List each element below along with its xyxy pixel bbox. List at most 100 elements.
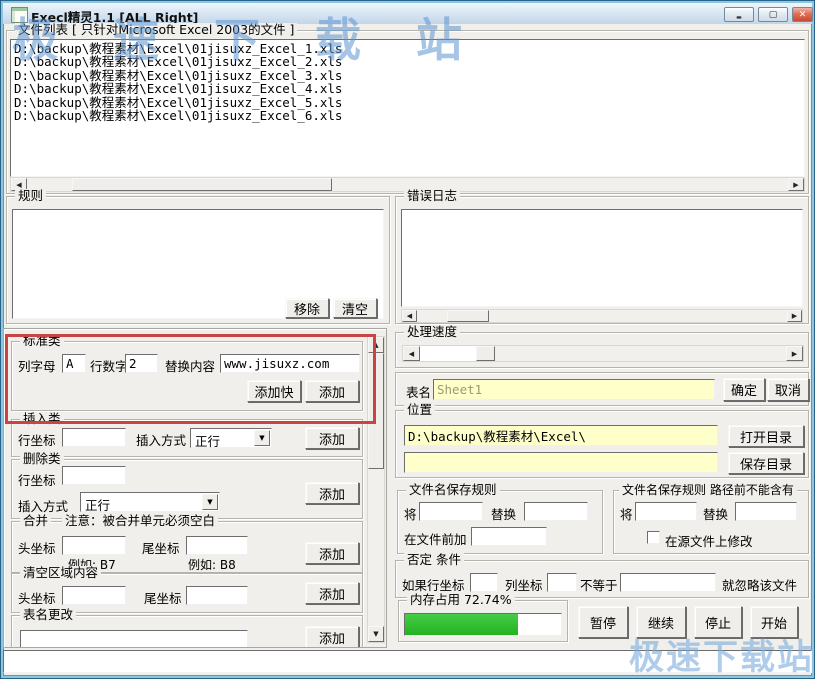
error-log-list[interactable] xyxy=(401,209,803,307)
resume-button[interactable]: 继续 xyxy=(636,606,686,638)
hscroll-thumb[interactable] xyxy=(447,310,489,322)
delete-group-label: 删除类 xyxy=(20,452,64,466)
insert-row-input[interactable] xyxy=(62,428,126,447)
merge-tail-input[interactable] xyxy=(186,536,248,555)
error-log-hscrollbar[interactable]: ◀ ▶ xyxy=(401,309,803,323)
dropdown-arrow-icon[interactable]: ▼ xyxy=(254,430,270,446)
file-list-item[interactable]: D:\backup\教程素材\Excel\01jisuxz_Excel_2.xl… xyxy=(11,55,804,68)
delete-group: 删除类 行坐标 插入方式 正行 ▼ 添加 xyxy=(11,459,363,519)
file-list-item[interactable]: D:\backup\教程素材\Excel\01jisuxz_Excel_4.xl… xyxy=(11,82,804,95)
scroll-left-button[interactable]: ◀ xyxy=(403,346,420,361)
rename-input[interactable] xyxy=(20,630,248,648)
memory-label: 内存占用 72.74% xyxy=(407,593,515,607)
modify-source-checkbox[interactable] xyxy=(647,531,660,544)
file-list-group-label: 文件列表 [ 只针对Microsoft Excel 2003的文件 ] xyxy=(15,23,297,37)
merge-note: 注意：被合并单元必须空白 xyxy=(62,514,218,528)
dropdown-arrow-icon[interactable]: ▼ xyxy=(202,494,218,510)
clear-head-input[interactable] xyxy=(62,586,126,605)
clear-tail-input[interactable] xyxy=(186,586,248,605)
row-number-input[interactable] xyxy=(125,354,158,373)
delete-row-input[interactable] xyxy=(62,466,126,485)
replace-label: 替换 xyxy=(703,504,728,523)
status-bar xyxy=(3,650,812,673)
ok-button[interactable]: 确定 xyxy=(723,378,765,401)
scroll-up-button[interactable]: ▲ xyxy=(368,337,384,353)
speed-group: 处理速度 ◀ ▶ xyxy=(395,332,809,368)
insert-add-button[interactable]: 添加 xyxy=(305,427,359,449)
file-list: D:\backup\教程素材\Excel\01jisuxz_Excel_1.xl… xyxy=(10,39,805,177)
rename-add-button[interactable]: 添加 xyxy=(305,626,359,648)
merge-add-button[interactable]: 添加 xyxy=(305,542,359,564)
row-number-label: 行数字 xyxy=(90,356,128,375)
cancel-button[interactable]: 取消 xyxy=(767,378,809,401)
merge-head-input[interactable] xyxy=(62,536,126,555)
file-list-item[interactable]: D:\backup\教程素材\Excel\01jisuxz_Excel_1.xl… xyxy=(11,42,804,55)
start-button[interactable]: 开始 xyxy=(750,606,798,638)
add-fast-button[interactable]: 添加快 xyxy=(247,380,301,402)
will-input[interactable] xyxy=(635,502,697,521)
delete-mode-value: 正行 xyxy=(85,495,110,514)
replace-input[interactable] xyxy=(735,502,797,521)
condition-value-input[interactable] xyxy=(620,573,716,592)
delete-mode-select[interactable]: 正行 ▼ xyxy=(80,492,220,512)
pause-button[interactable]: 暂停 xyxy=(578,606,628,638)
will-label: 将 xyxy=(620,504,633,523)
close-button[interactable]: ✕ xyxy=(792,7,813,22)
delete-row-label: 行坐标 xyxy=(18,470,56,489)
scroll-right-button[interactable]: ▶ xyxy=(787,310,802,322)
speed-slider[interactable]: ◀ ▶ xyxy=(402,345,804,362)
maximize-button[interactable]: ▢ xyxy=(758,7,788,22)
file-list-item[interactable]: D:\backup\教程素材\Excel\01jisuxz_Excel_3.xl… xyxy=(11,69,804,82)
clear-head-label: 头坐标 xyxy=(18,588,56,607)
open-dir-button[interactable]: 打开目录 xyxy=(728,425,804,447)
condition-row-input[interactable] xyxy=(470,573,498,592)
standard-add-button[interactable]: 添加 xyxy=(305,380,359,402)
hscroll-thumb[interactable] xyxy=(72,178,332,191)
rules-remove-button[interactable]: 移除 xyxy=(285,298,329,318)
arrow-down-icon: ▼ xyxy=(373,630,378,638)
condition-col-input[interactable] xyxy=(547,573,577,592)
will-input[interactable] xyxy=(419,502,483,521)
replace-content-input[interactable] xyxy=(220,354,360,373)
arrow-right-icon: ▶ xyxy=(792,350,797,358)
file-list-item[interactable]: D:\backup\教程素材\Excel\01jisuxz_Excel_5.xl… xyxy=(11,96,804,109)
filename-rule-label: 文件名保存规则 xyxy=(406,483,500,497)
clear-area-group-label: 清空区域内容 xyxy=(20,566,101,580)
open-dir-input[interactable] xyxy=(404,425,718,446)
arrow-right-icon: ▶ xyxy=(792,312,797,320)
scroll-right-button[interactable]: ▶ xyxy=(786,346,803,361)
insert-mode-select[interactable]: 正行 ▼ xyxy=(190,428,272,448)
replace-content-label: 替换内容 xyxy=(165,356,215,375)
rules-clear-button[interactable]: 清空 xyxy=(333,298,377,318)
sheet-name-label: 表名 xyxy=(406,382,431,401)
clear-area-add-button[interactable]: 添加 xyxy=(305,582,359,604)
merge-tail-hint: 例如: B8 xyxy=(188,556,236,573)
standard-group: 标准类 列字母 行数字 替换内容 添加快 添加 xyxy=(11,341,363,411)
filename-rule-group: 文件名保存规则 将 替换 在文件前加 xyxy=(397,490,603,554)
delete-add-button[interactable]: 添加 xyxy=(305,482,359,504)
ignore-file-label: 就忽略该文件 xyxy=(722,575,797,594)
insert-row-label: 行坐标 xyxy=(18,430,56,449)
scroll-right-button[interactable]: ▶ xyxy=(788,178,804,191)
stop-button[interactable]: 停止 xyxy=(694,606,742,638)
replace-input[interactable] xyxy=(524,502,588,521)
scroll-down-button[interactable]: ▼ xyxy=(368,626,384,642)
filename-rule2-group: 文件名保存规则 路径前不能含有 将 替换 在源文件上修改 xyxy=(613,490,809,554)
speed-thumb[interactable] xyxy=(476,346,495,361)
save-dir-input[interactable] xyxy=(404,452,718,473)
sheet-name-input[interactable] xyxy=(433,379,715,400)
speed-track-page[interactable] xyxy=(420,346,476,361)
col-letter-input[interactable] xyxy=(62,354,86,373)
minimize-button[interactable]: ▬ xyxy=(724,7,754,22)
arrow-left-icon: ◀ xyxy=(409,350,414,358)
prefix-input[interactable] xyxy=(471,527,547,546)
save-dir-button[interactable]: 保存目录 xyxy=(728,452,804,474)
vscroll-thumb[interactable] xyxy=(368,353,384,469)
rules-group-label: 规则 xyxy=(15,189,46,203)
col-letter-label: 列字母 xyxy=(18,356,56,375)
file-list-item[interactable]: D:\backup\教程素材\Excel\01jisuxz_Excel_6.xl… xyxy=(11,109,804,122)
scroll-left-button[interactable]: ◀ xyxy=(402,310,417,322)
maximize-icon: ▢ xyxy=(769,10,778,20)
operations-vscrollbar[interactable]: ▲ ▼ xyxy=(367,336,385,643)
not-equal-label: 不等于 xyxy=(580,575,618,594)
